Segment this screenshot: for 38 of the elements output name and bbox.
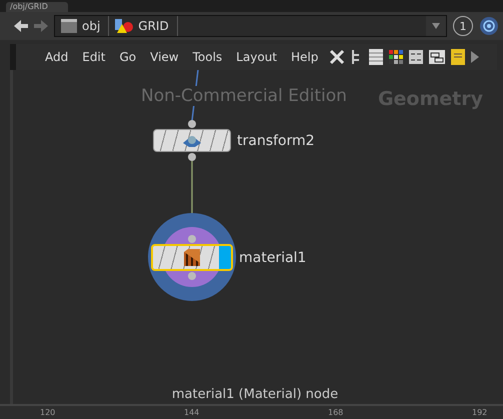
ruler-tick: 144: [184, 408, 200, 417]
crate-icon: [183, 248, 201, 266]
transform-icon: [183, 134, 201, 146]
menu-item[interactable]: Go: [112, 50, 144, 64]
node-name: material1: [239, 250, 306, 266]
menu-item[interactable]: Add: [38, 50, 76, 64]
more-icon[interactable]: [471, 51, 480, 63]
grid-icon[interactable]: [389, 50, 404, 64]
clapperboard-icon: [61, 19, 77, 33]
window-icon[interactable]: [429, 50, 446, 64]
menu-item[interactable]: Tools: [186, 50, 230, 64]
list-icon[interactable]: [369, 49, 384, 65]
menu-item[interactable]: Layout: [229, 50, 284, 64]
path-crumb[interactable]: obj: [82, 19, 100, 33]
network-node[interactable]: [153, 129, 231, 152]
pin-button[interactable]: 1: [453, 16, 473, 36]
path-bar[interactable]: obj GRID: [54, 15, 447, 37]
menu-item[interactable]: Help: [284, 50, 326, 64]
status-text: material1 (Material) node: [170, 387, 340, 402]
target-icon[interactable]: [479, 16, 499, 36]
path-crumb[interactable]: GRID: [138, 19, 169, 33]
ruler-tick: 168: [328, 408, 344, 417]
details-icon[interactable]: [409, 50, 424, 64]
caret-icon[interactable]: [432, 23, 440, 29]
input-port[interactable]: [188, 120, 196, 128]
network-node[interactable]: [151, 244, 233, 271]
ruler-tick: 120: [40, 408, 56, 417]
shapes-icon: [115, 19, 134, 33]
node-name: transform2: [237, 132, 315, 148]
back-icon[interactable]: [14, 20, 28, 32]
note-icon[interactable]: [451, 49, 466, 65]
ruler-tick: 192: [472, 408, 488, 417]
tab[interactable]: /obj/GRID: [6, 2, 68, 12]
menu-item[interactable]: Edit: [75, 50, 112, 64]
menu-item[interactable]: View: [143, 50, 186, 64]
edition-label: Non-Commercial Edition: [141, 86, 347, 106]
output-port[interactable]: [188, 153, 196, 161]
input-port[interactable]: [188, 235, 196, 243]
